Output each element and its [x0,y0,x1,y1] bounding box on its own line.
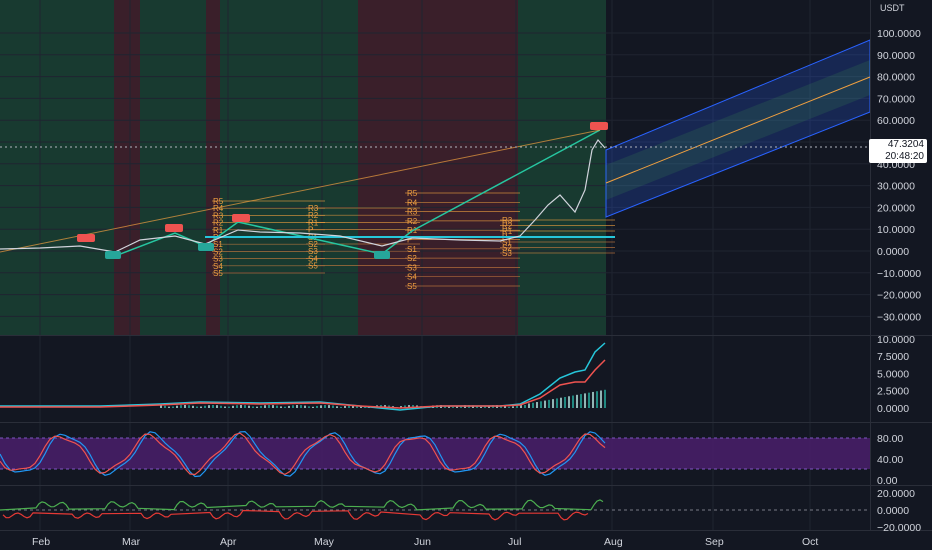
sell-marker [77,234,95,242]
trading-chart[interactable]: R5R4R3R2R1PS1S2S3S4S5R3R2R1PS1S2S3S4S5R5… [0,0,932,550]
price-tick: 80.0000 [877,72,915,84]
osc-tick: −20.0000 [877,522,921,534]
buy-marker [374,251,390,259]
price-tick: 90.0000 [877,50,915,62]
stoch-tick: 80.00 [877,433,903,445]
month-label: Apr [220,536,237,548]
zones [0,0,606,335]
countdown: 20:48:20 [885,151,924,162]
macd-line [0,342,606,411]
time-axis[interactable]: Feb Mar Apr May Jun Jul Aug Sep Oct [32,536,818,548]
pivot-label: R5 [407,189,418,198]
price-tick: −20.0000 [877,290,921,302]
last-price: 47.3204 [887,139,924,150]
regression-channel [605,39,871,218]
month-label: Oct [802,536,818,548]
pivot-label: S3 [407,263,417,272]
month-label: Jun [414,536,431,548]
month-label: Feb [32,536,50,548]
price-tick: 20.0000 [877,202,915,214]
buy-marker [198,243,214,251]
bull-zone [0,0,114,335]
price-tick: 60.0000 [877,115,915,127]
price-tick: 70.0000 [877,93,915,105]
macd-tick: 10.0000 [877,334,915,346]
stoch-tick: 40.00 [877,454,903,466]
osc-line-negative [2,509,589,521]
pivot-label: R3 [407,208,418,217]
price-tick: −30.0000 [877,311,921,323]
osc-tick: 0.0000 [877,505,909,517]
currency-label: USDT [880,3,905,13]
sell-marker [590,122,608,130]
macd-axis: 10.0000 7.5000 5.0000 2.5000 0.0000 [877,334,915,415]
pivot-label: S2 [407,254,417,263]
osc-tick: 20.0000 [877,488,915,500]
month-label: May [314,536,335,548]
month-label: Jul [508,536,521,548]
bear-zone [114,0,140,335]
price-axis[interactable]: 100.000090.000080.000070.000060.000050.0… [877,28,921,323]
price-tick: 0.0000 [877,246,909,258]
month-label: Mar [122,536,141,548]
pivot-label: S5 [308,262,318,271]
bull-zone [140,0,206,335]
pivot-label: R4 [407,198,418,207]
month-label: Aug [604,536,623,548]
stoch-tick: 0.00 [877,475,898,487]
macd-tick: 0.0000 [877,403,909,415]
price-tick: 100.0000 [877,28,921,40]
pivot-label: S4 [407,273,417,282]
bear-zone [358,0,518,335]
price-tick: 30.0000 [877,181,915,193]
channel-midline [605,76,871,184]
pivot-label: R2 [407,217,418,226]
osc-line-positive [0,499,604,511]
sell-marker [165,224,183,232]
price-tick: −10.0000 [877,268,921,280]
last-price-tag: 47.3204 20:48:20 [869,139,927,163]
pivot-label: S1 [407,245,417,254]
month-label: Sep [705,536,724,548]
sell-marker [232,214,250,222]
macd-tick: 5.0000 [877,368,909,380]
pivot-label: S3 [502,249,512,258]
bull-zone [220,0,358,335]
signal-line [0,359,606,409]
macd-tick: 2.5000 [877,386,909,398]
bear-zone [206,0,220,335]
stoch-axis: 80.00 40.00 0.00 [877,433,903,487]
osc-axis: 20.0000 0.0000 −20.0000 [877,488,921,534]
price-tick: 10.0000 [877,224,915,236]
macd-tick: 7.5000 [877,351,909,363]
macd-pane [0,342,606,411]
pivot-label: S5 [407,282,417,291]
pivot-label: S5 [213,269,223,278]
buy-marker [105,251,121,259]
